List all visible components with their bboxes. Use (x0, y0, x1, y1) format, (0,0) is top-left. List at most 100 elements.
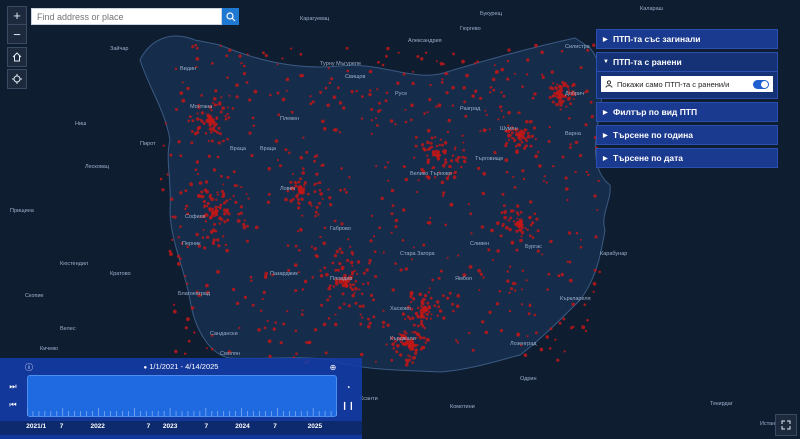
place-label: Враца (260, 146, 277, 152)
expand-button[interactable] (775, 414, 797, 436)
incident-dot (195, 160, 200, 164)
incident-dot (377, 109, 381, 113)
incident-dot (506, 77, 510, 81)
incident-dot (429, 216, 432, 219)
incident-dot (328, 295, 332, 298)
zoom-out-button[interactable]: − (8, 25, 26, 43)
incident-dot (451, 85, 455, 90)
incident-dot (220, 218, 224, 222)
incident-dot (462, 148, 466, 152)
incident-dot (566, 260, 569, 263)
incident-dot (507, 138, 511, 142)
speed-icon[interactable]: ◔ (343, 382, 353, 392)
accordion-injuries[interactable]: ▼ ПТП-та с ранени (596, 52, 778, 72)
incident-dot (224, 117, 228, 121)
incident-dot (522, 177, 526, 181)
home-button[interactable] (7, 47, 27, 67)
incident-dot (201, 236, 205, 239)
next-step-icon[interactable]: ⊕ (328, 362, 338, 372)
incident-dot (425, 337, 430, 342)
accordion-type-filter[interactable]: ▶ Филтър по вид ПТП (596, 102, 778, 122)
incident-dot (397, 51, 400, 54)
incident-dot (243, 64, 246, 68)
incident-dot (464, 114, 468, 118)
incident-dot (181, 81, 184, 84)
incident-dot (300, 313, 304, 316)
incident-dot (242, 72, 247, 76)
incident-dot (564, 176, 568, 180)
skip-back-icon[interactable]: ⏮ (8, 400, 18, 410)
incident-dot (172, 303, 176, 306)
locate-button[interactable] (7, 69, 27, 89)
incident-dot (216, 238, 220, 242)
pause-icon[interactable]: ❙❙ (341, 400, 354, 410)
incident-dot (423, 298, 426, 301)
accordion-fatalities[interactable]: ▶ ПТП-та със загинали (596, 29, 778, 49)
incident-dot (520, 220, 524, 223)
incident-dot (567, 98, 570, 101)
incident-dot (185, 204, 189, 208)
incident-dot (414, 348, 418, 352)
incident-dot (179, 257, 182, 260)
incident-dot (430, 136, 434, 140)
incident-dot (210, 131, 213, 134)
incident-dot (217, 244, 221, 248)
search-button[interactable] (222, 8, 239, 25)
incident-dot (562, 83, 567, 88)
incident-dot (327, 67, 330, 70)
accordion-year-search[interactable]: ▶ Търсене по година (596, 125, 778, 145)
incident-dot (439, 269, 443, 273)
skip-forward-icon[interactable]: ⏭ (8, 382, 18, 392)
incident-dot (411, 316, 415, 320)
incident-dot (354, 301, 358, 305)
incident-dot (226, 106, 229, 109)
incident-dot (435, 300, 440, 304)
incident-dot (263, 326, 267, 330)
incident-dot (404, 358, 408, 362)
incident-dot (565, 105, 568, 108)
search-input[interactable] (31, 8, 222, 25)
incident-dot (257, 328, 261, 332)
incident-dot (453, 172, 456, 175)
incident-dot (324, 86, 328, 90)
incident-dot (558, 321, 562, 325)
incident-dot (382, 309, 385, 312)
injuries-only-switch[interactable] (753, 79, 769, 89)
zoom-in-button[interactable]: + (8, 7, 26, 25)
accordion-date-search[interactable]: ▶ Търсене по дата (596, 148, 778, 168)
incident-dot (394, 218, 399, 223)
incident-dot (200, 94, 203, 97)
incident-dot (309, 102, 313, 106)
incident-dot (188, 115, 192, 118)
incident-dot (299, 191, 303, 195)
incident-dot (427, 220, 432, 225)
incident-dot (173, 215, 177, 219)
incident-dot (560, 49, 564, 53)
incident-dot (552, 82, 555, 85)
injuries-toggle-row: Покажи само ПТП-та с ранени/и (601, 76, 773, 92)
incident-dot (427, 291, 430, 294)
incident-dot (218, 222, 221, 225)
incident-dot (489, 91, 492, 94)
incident-dot (557, 92, 562, 96)
incident-dot (426, 128, 431, 133)
incident-dot (222, 139, 225, 143)
incident-dot (405, 332, 408, 335)
incident-dot (488, 128, 491, 131)
incident-dot (343, 188, 347, 191)
layers-panel: ▶ ПТП-та със загинали ▼ ПТП-та с ранени По… (596, 29, 778, 171)
incident-dot (276, 63, 279, 66)
caret-down-icon: ▼ (603, 59, 609, 65)
incident-dot (326, 103, 331, 108)
incident-dot (571, 302, 575, 306)
incident-dot (240, 186, 243, 189)
incident-dot (404, 318, 407, 321)
incident-dot (316, 182, 319, 185)
incident-dot (479, 130, 482, 133)
incident-dot (333, 254, 338, 258)
incident-dot (412, 344, 415, 347)
incident-dot (324, 351, 328, 355)
incident-dot (509, 265, 512, 268)
incident-dot (349, 283, 352, 287)
incident-dot (510, 287, 514, 291)
